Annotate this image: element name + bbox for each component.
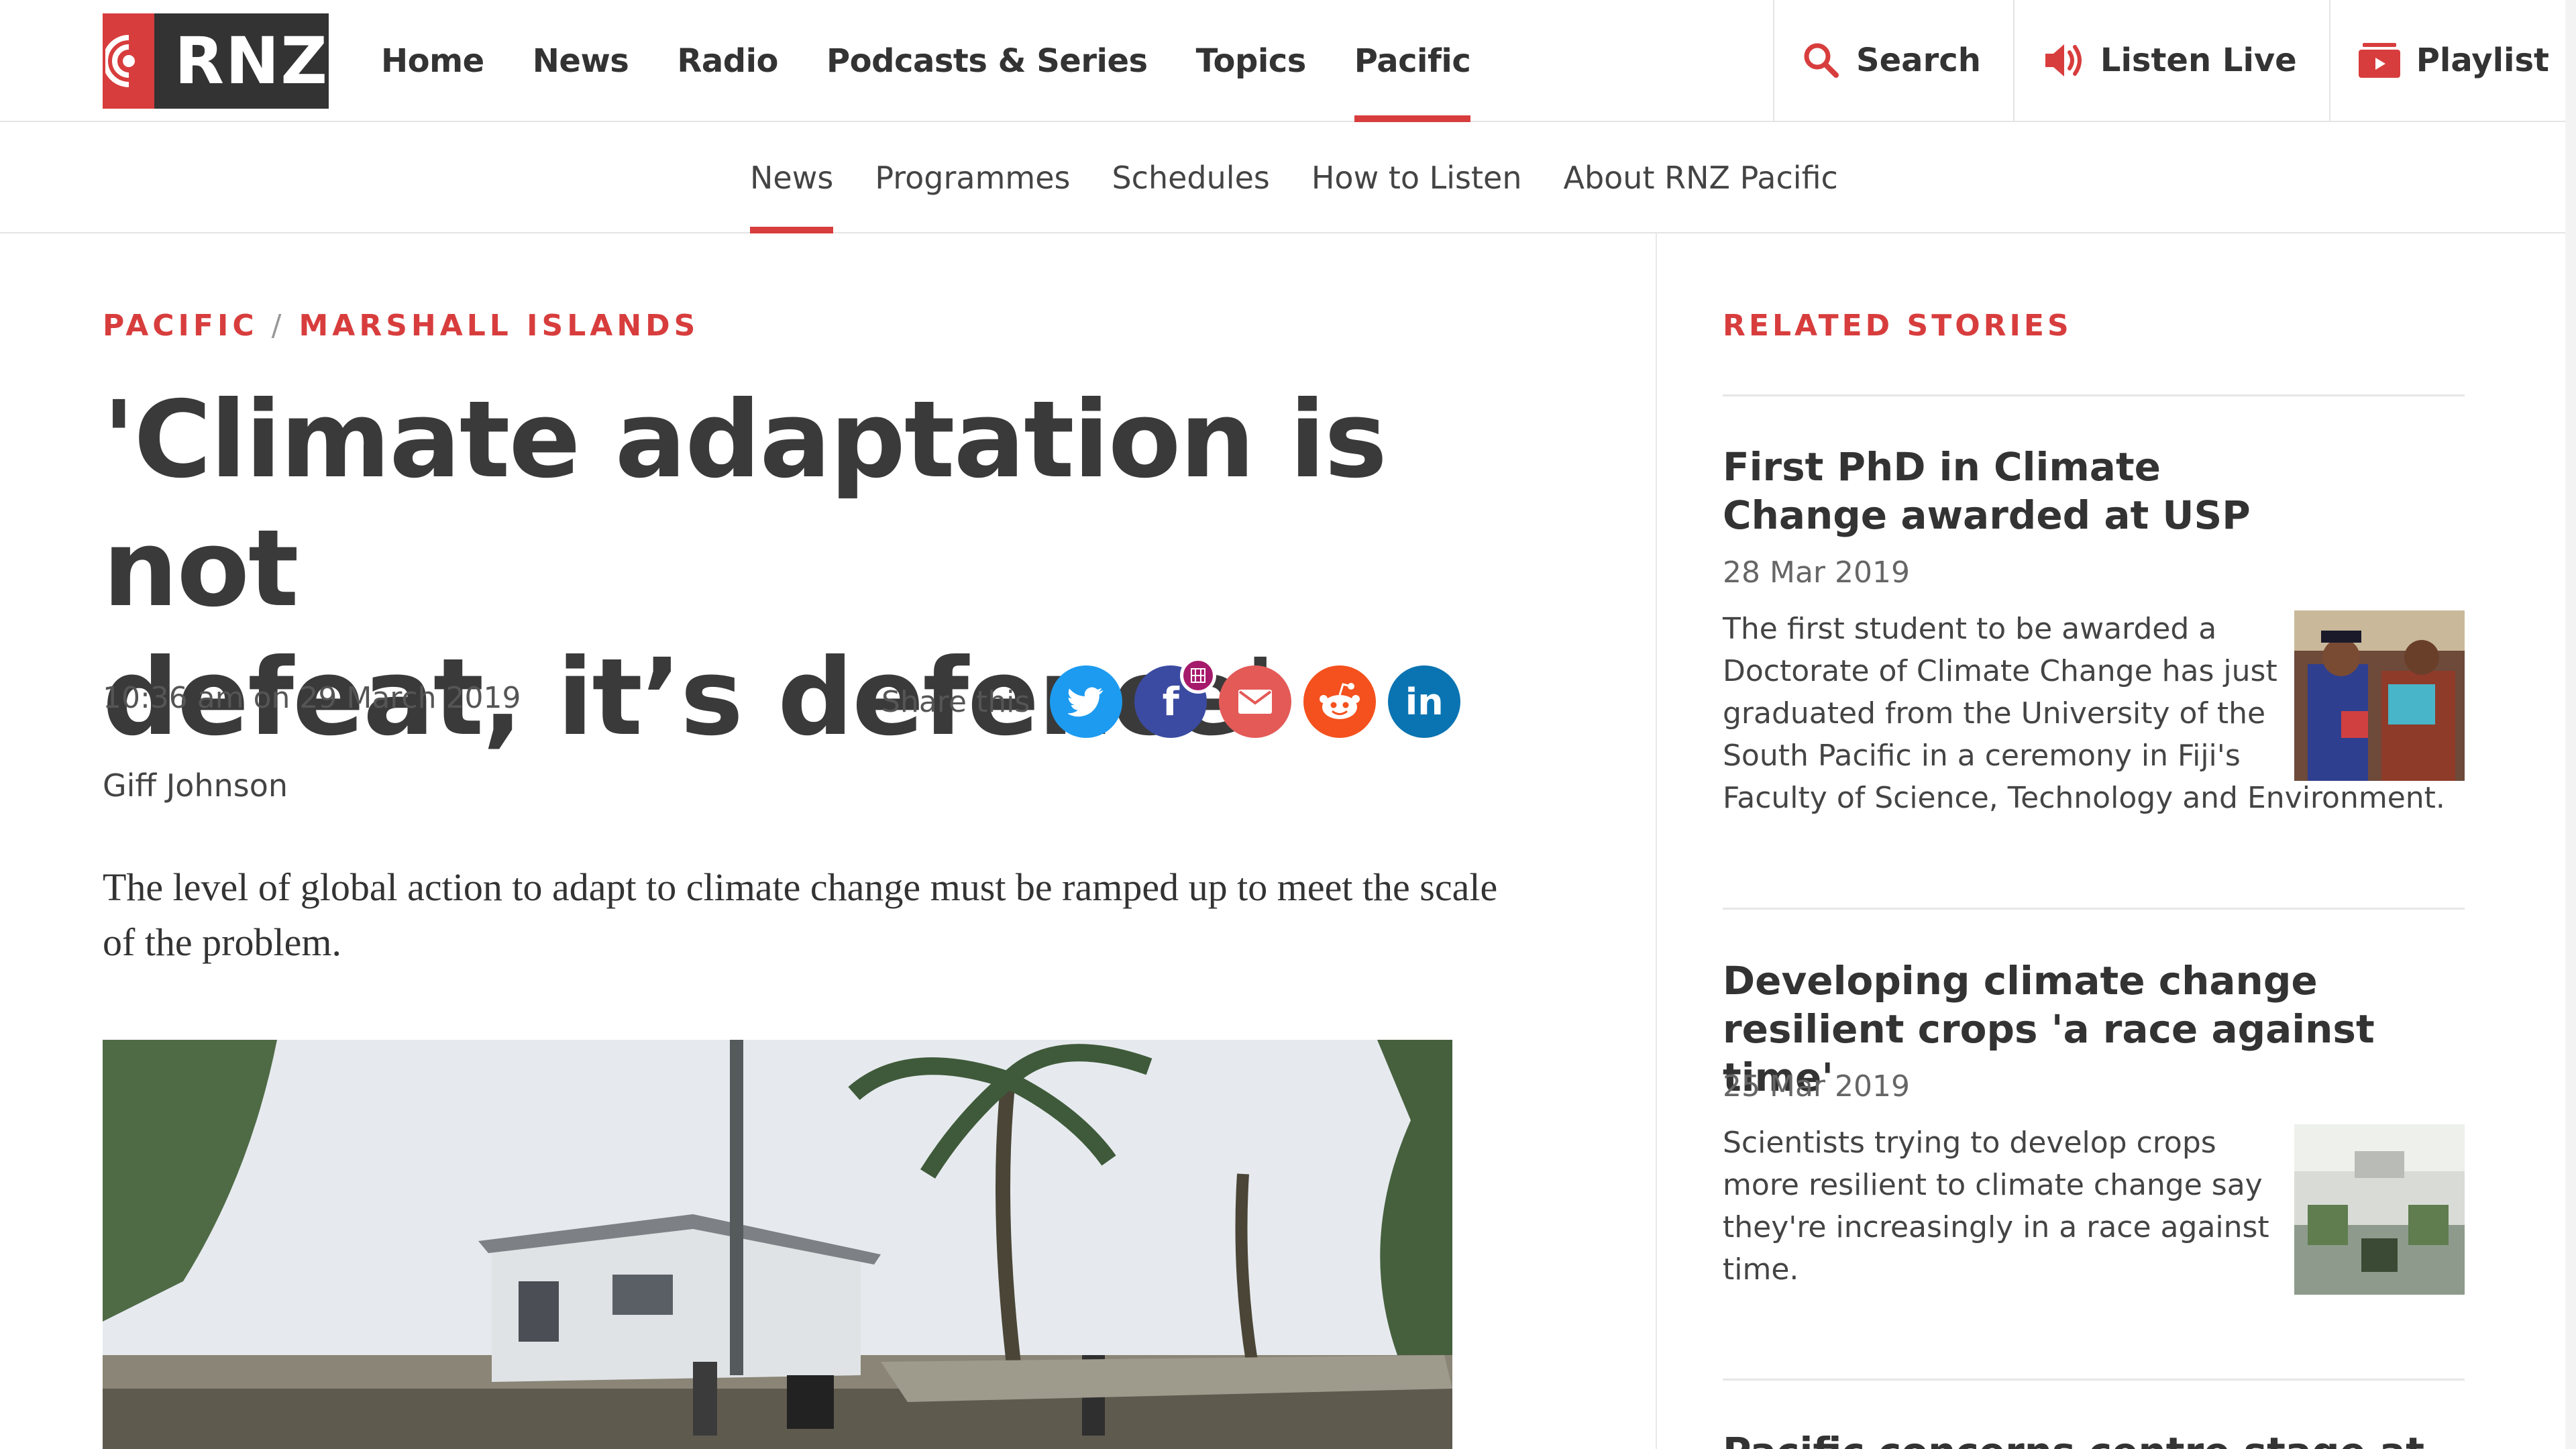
listen-live-label: Listen Live xyxy=(2100,42,2297,79)
related-divider xyxy=(1723,908,2465,910)
summary-line: they're increasingly in a race against xyxy=(1723,1210,2269,1244)
related-stories-title: RELATED STORIES xyxy=(1723,309,2072,343)
rnz-logo-mark-icon xyxy=(103,13,155,109)
related-story-2-thumbnail[interactable] xyxy=(2294,1124,2465,1295)
summary-line: more resilient to climate change say xyxy=(1723,1168,2263,1202)
article-hero-image[interactable] xyxy=(103,1040,1452,1449)
notification-badge-icon xyxy=(1180,657,1217,694)
pacific-sub-nav: News Programmes Schedules How to Listen … xyxy=(0,122,2565,233)
nav-pacific[interactable]: Pacific xyxy=(1354,0,1471,122)
subnav-schedules[interactable]: Schedules xyxy=(1112,122,1269,233)
breadcrumb-marshall-islands[interactable]: MARSHALL ISLANDS xyxy=(299,309,699,343)
related-divider xyxy=(1723,1379,2465,1381)
listen-live-button[interactable]: Listen Live xyxy=(2012,0,2329,121)
playlist-icon xyxy=(2358,43,2400,78)
share-twitter-button[interactable] xyxy=(1050,665,1123,738)
summary-line: Scientists trying to develop crops xyxy=(1723,1126,2216,1160)
column-divider xyxy=(1656,233,1657,1449)
reddit-icon xyxy=(1320,683,1360,719)
facebook-icon: f xyxy=(1162,679,1179,724)
related-story-2-summary: Scientists trying to develop crops more … xyxy=(1723,1122,2269,1291)
speaker-icon xyxy=(2045,44,2082,76)
summary-line: time. xyxy=(1723,1252,1799,1287)
share-facebook-button[interactable]: f xyxy=(1134,657,1217,738)
nav-topics[interactable]: Topics xyxy=(1196,0,1307,122)
page-scrollbar[interactable] xyxy=(2565,0,2576,1449)
search-button[interactable]: Search xyxy=(1773,0,2013,121)
breadcrumb-separator: / xyxy=(271,309,286,343)
related-story-3-headline[interactable]: Pacific concerns centre stage at xyxy=(1723,1428,2461,1449)
share-label: Share this xyxy=(881,684,1030,719)
breadcrumb-pacific[interactable]: PACIFIC xyxy=(103,309,258,343)
related-story-1-date: 28 Mar 2019 xyxy=(1723,555,1910,590)
twitter-icon xyxy=(1068,687,1104,717)
summary-line: Faculty of Science, Technology and Envir… xyxy=(1723,781,2445,815)
related-story-1-headline[interactable]: First PhD in Climate Change awarded at U… xyxy=(1723,443,2326,539)
main-nav: Home News Radio Podcasts & Series Topics… xyxy=(381,0,1519,122)
related-divider xyxy=(1723,394,2465,396)
article-author: Giff Johnson xyxy=(103,767,288,804)
rnz-logo[interactable]: RNZ xyxy=(103,13,329,109)
subnav-how-to-listen[interactable]: How to Listen xyxy=(1311,122,1522,233)
page: RNZ Home News Radio Podcasts & Series To… xyxy=(0,0,2576,1449)
nav-radio[interactable]: Radio xyxy=(677,0,778,122)
subnav-about-rnz-pacific[interactable]: About RNZ Pacific xyxy=(1564,122,1838,233)
email-icon xyxy=(1238,690,1273,714)
share-linkedin-button[interactable]: in xyxy=(1388,665,1461,738)
playlist-label: Playlist xyxy=(2416,42,2549,79)
share-reddit-button[interactable] xyxy=(1303,665,1377,738)
top-navigation: RNZ Home News Radio Podcasts & Series To… xyxy=(0,0,2576,122)
article-lede: The level of global action to adapt to c… xyxy=(103,865,1498,964)
share-email-button[interactable] xyxy=(1219,665,1292,738)
headline-line-1: 'Climate adaptation is not xyxy=(103,378,1387,631)
playlist-button[interactable]: Playlist xyxy=(2328,0,2576,121)
linkedin-icon: in xyxy=(1405,680,1444,723)
subnav-news[interactable]: News xyxy=(750,122,834,233)
nav-news[interactable]: News xyxy=(533,0,629,122)
share-bar: Share this f in xyxy=(881,657,1472,738)
logo-text: RNZ xyxy=(174,23,329,99)
nav-podcasts-series[interactable]: Podcasts & Series xyxy=(826,0,1148,122)
breadcrumb: PACIFIC / MARSHALL ISLANDS xyxy=(103,309,699,343)
subnav-programmes[interactable]: Programmes xyxy=(875,122,1070,233)
related-story-2-date: 25 Mar 2019 xyxy=(1723,1069,1910,1104)
header-tools: Search Listen Live Playlist xyxy=(1773,0,2576,121)
related-story-1-thumbnail[interactable] xyxy=(2294,610,2465,781)
nav-home[interactable]: Home xyxy=(381,0,484,122)
search-icon xyxy=(1804,43,1839,78)
article-timestamp: 10:36 am on 29 March 2019 xyxy=(103,681,521,715)
search-label: Search xyxy=(1856,42,1981,79)
